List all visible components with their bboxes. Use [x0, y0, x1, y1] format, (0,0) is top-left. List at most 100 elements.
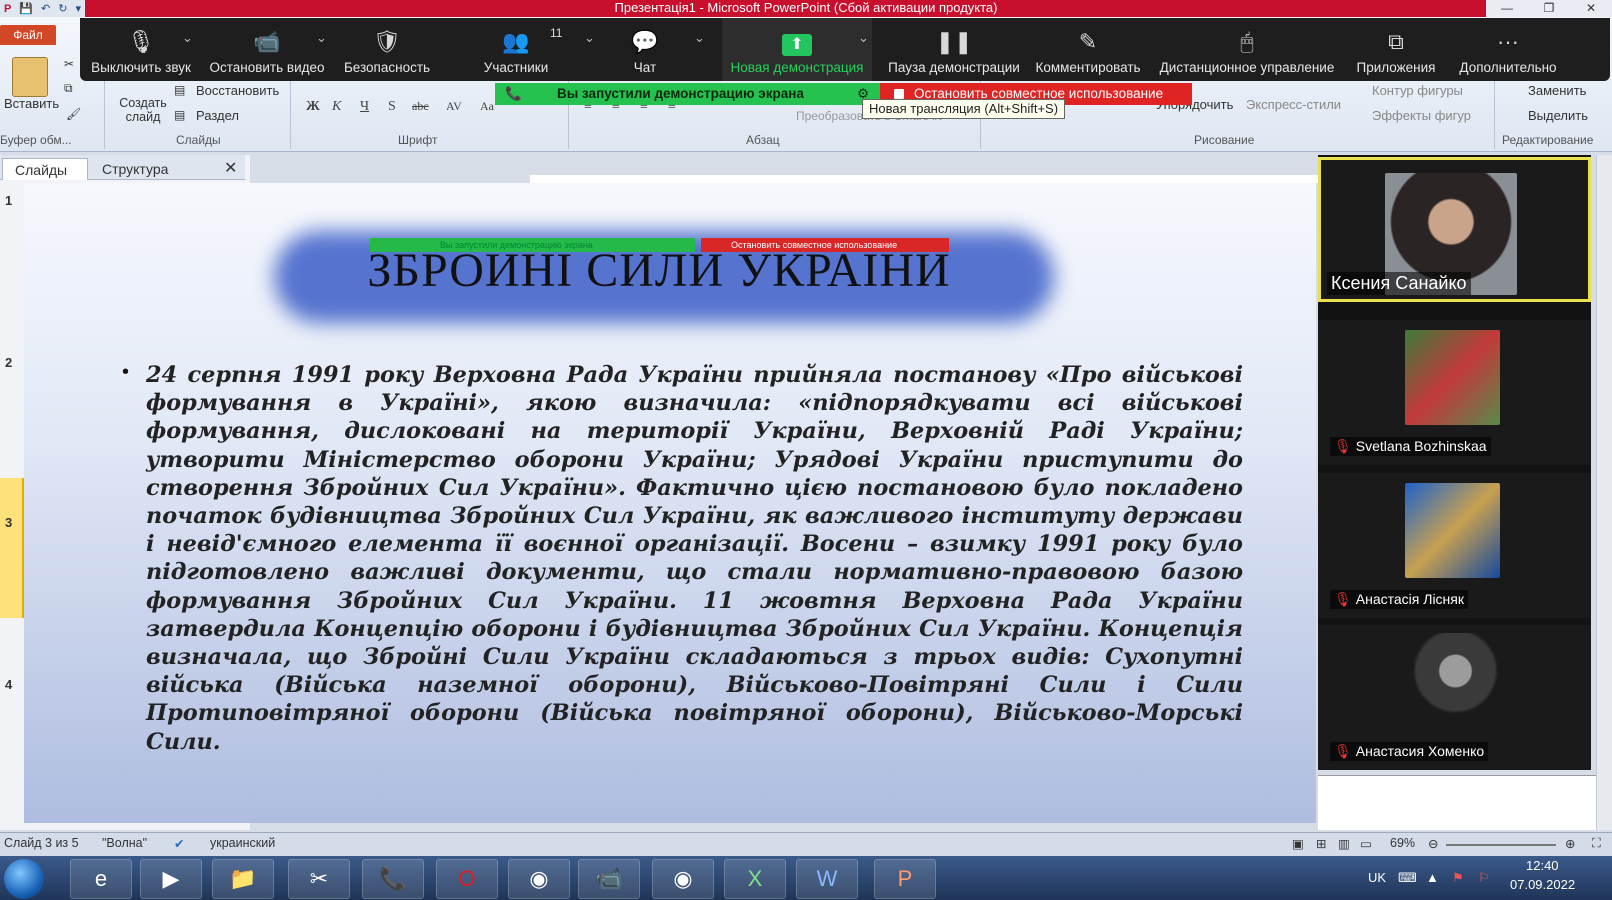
slideshow-icon[interactable]: ▭	[1360, 836, 1372, 851]
spellcheck-icon[interactable]: ✔	[174, 836, 184, 851]
cut-icon[interactable]: ✂	[64, 57, 74, 71]
slide-sorter-icon[interactable]: ⊞	[1316, 836, 1326, 851]
remote-control-button[interactable]: 🖱 Дистанционное управление	[1152, 18, 1342, 81]
opera-icon[interactable]: O	[436, 859, 498, 899]
copy-icon[interactable]: ⧉	[64, 81, 73, 96]
close-panel-icon[interactable]: ✕	[224, 158, 237, 178]
start-button[interactable]	[4, 859, 44, 899]
notes-area[interactable]	[1318, 775, 1596, 830]
participant-tile[interactable]: 🎙 Анастасія Лісняк	[1318, 473, 1591, 618]
selected-slide-thumbnail[interactable]	[0, 478, 24, 618]
zoom-app-icon[interactable]: 📹	[578, 859, 640, 899]
slide-number[interactable]: 2	[5, 355, 12, 370]
file-explorer-icon[interactable]: 📁	[212, 859, 274, 899]
shape-outline-button[interactable]: Контур фигуры	[1372, 83, 1463, 98]
annotate-button[interactable]: ✎ Комментировать	[1032, 18, 1144, 81]
italic-button[interactable]: К	[332, 99, 341, 115]
chrome-icon[interactable]: ◉	[508, 859, 570, 899]
share-options-chevron-icon[interactable]: ⌄	[858, 30, 869, 46]
participant-tile-active[interactable]: Ксения Санайко	[1318, 157, 1591, 302]
shape-effects-button[interactable]: Эффекты фигур	[1372, 108, 1471, 123]
audio-options-chevron-icon[interactable]: ⌄	[182, 30, 193, 46]
participant-tile[interactable]: 🎙 Анастасия Хоменко	[1318, 625, 1591, 770]
undo-icon[interactable]: ↶	[41, 2, 50, 15]
tab-slides[interactable]: Слайды	[2, 158, 88, 180]
slide-body-text[interactable]: 24 серпня 1991 року Верховна Рада Україн…	[146, 361, 1243, 756]
save-icon[interactable]: 💾	[19, 2, 33, 15]
language-indicator[interactable]: украинский	[210, 836, 275, 850]
zoom-in-icon[interactable]: ⊕	[1565, 836, 1575, 851]
mute-button[interactable]: 🎙 Выключить звук	[82, 18, 200, 81]
avatar	[1405, 483, 1500, 578]
quick-styles-button[interactable]: Экспресс-стили	[1246, 97, 1341, 112]
underline-button[interactable]: Ч	[360, 99, 369, 115]
tray-expand-icon[interactable]: ▲	[1426, 870, 1439, 885]
minimize-button[interactable]: —	[1486, 0, 1528, 17]
shield-icon: 🛡	[373, 29, 401, 54]
media-player-icon[interactable]: ▶	[140, 859, 202, 899]
new-share-tooltip: Новая трансляция (Alt+Shift+S)	[862, 99, 1066, 119]
chat-chevron-icon[interactable]: ⌄	[694, 30, 705, 46]
video-camera-icon: 📹	[253, 29, 281, 54]
participants-chevron-icon[interactable]: ⌄	[584, 30, 595, 46]
stop-video-button[interactable]: 📹 Остановить видео	[206, 18, 328, 81]
customize-qat-icon[interactable]: ▾	[75, 2, 81, 15]
excel-icon[interactable]: X	[724, 859, 786, 899]
fit-to-window-icon[interactable]: ⛶	[1592, 836, 1601, 851]
powerpoint-taskbar-icon[interactable]: P	[874, 859, 936, 899]
clock-time[interactable]: 12:40	[1526, 858, 1559, 873]
redo-icon[interactable]: ↻	[58, 2, 67, 15]
slide-number[interactable]: 3	[5, 515, 12, 530]
participants-button[interactable]: 👥 Участники	[472, 18, 560, 81]
replace-button[interactable]: Заменить	[1528, 83, 1586, 98]
video-options-chevron-icon[interactable]: ⌄	[316, 30, 327, 46]
file-tab[interactable]: Файл	[0, 25, 56, 45]
slide-canvas[interactable]: ЗБРОЙНІ СИЛИ УКРАЇНИ Вы запустили демонс…	[24, 183, 1316, 823]
restore-button[interactable]: ❐	[1528, 0, 1570, 17]
format-painter-icon[interactable]: 🖌	[66, 107, 81, 121]
slide-number[interactable]: 1	[5, 193, 12, 208]
share-arrow-up-icon: ⬆	[782, 34, 812, 56]
pencil-icon: ✎	[1078, 29, 1098, 54]
new-slide-button[interactable]: Создать слайд	[116, 96, 170, 124]
section-icon[interactable]: ▤	[174, 108, 185, 122]
bold-button[interactable]: Ж	[306, 99, 320, 115]
viber-icon[interactable]: 📞	[362, 859, 424, 899]
new-share-button[interactable]: ⬆ Новая демонстрация	[722, 18, 872, 81]
more-button[interactable]: ··· Дополнительно	[1452, 18, 1564, 81]
reset-button[interactable]: Восстановить	[196, 83, 279, 98]
vertical-scrollbar[interactable]	[1596, 155, 1612, 830]
chrome-profile-icon[interactable]: ◉	[652, 859, 714, 899]
paste-icon[interactable]	[12, 57, 48, 97]
language-tray[interactable]: UK	[1368, 870, 1386, 885]
participant-tile[interactable]: 🎙 Svetlana Bozhinskaa	[1318, 320, 1591, 465]
security-button[interactable]: 🛡 Безопасность	[338, 18, 436, 81]
spacing-button[interactable]: AV	[446, 99, 462, 114]
change-case-button[interactable]: Aa	[480, 99, 494, 114]
close-button[interactable]: ✕	[1570, 0, 1612, 17]
shadow-button[interactable]: S	[388, 99, 396, 115]
section-button[interactable]: Раздел	[196, 108, 239, 123]
internet-explorer-icon[interactable]: e	[70, 859, 132, 899]
paste-button[interactable]: Вставить	[4, 96, 59, 111]
snipping-tool-icon[interactable]: ✂	[288, 859, 350, 899]
word-icon[interactable]: W	[796, 859, 858, 899]
zoom-out-icon[interactable]: ⊖	[1428, 836, 1438, 851]
theme-name[interactable]: "Волна"	[102, 836, 147, 850]
apps-button[interactable]: ⧉ Приложения	[1350, 18, 1442, 81]
flag-icon[interactable]: ⚐	[1478, 870, 1490, 886]
reading-view-icon[interactable]: ▥	[1338, 836, 1350, 851]
zoom-slider[interactable]	[1446, 844, 1556, 846]
reset-icon[interactable]: ▤	[174, 83, 185, 97]
strikethrough-button[interactable]: abc	[412, 99, 429, 114]
pause-share-button[interactable]: ❚❚ Пауза демонстрации	[884, 18, 1024, 81]
network-icon[interactable]: ⚑	[1452, 870, 1464, 886]
zoom-level[interactable]: 69%	[1390, 836, 1415, 850]
select-button[interactable]: Выделить	[1528, 108, 1588, 123]
clock-date[interactable]: 07.09.2022	[1510, 877, 1575, 892]
chat-button[interactable]: 💬 Чат	[610, 18, 680, 81]
keyboard-icon[interactable]: ⌨	[1398, 870, 1417, 886]
slide-number[interactable]: 4	[5, 677, 12, 692]
tab-outline[interactable]: Структура	[90, 158, 180, 180]
normal-view-icon[interactable]: ▣	[1292, 836, 1304, 851]
